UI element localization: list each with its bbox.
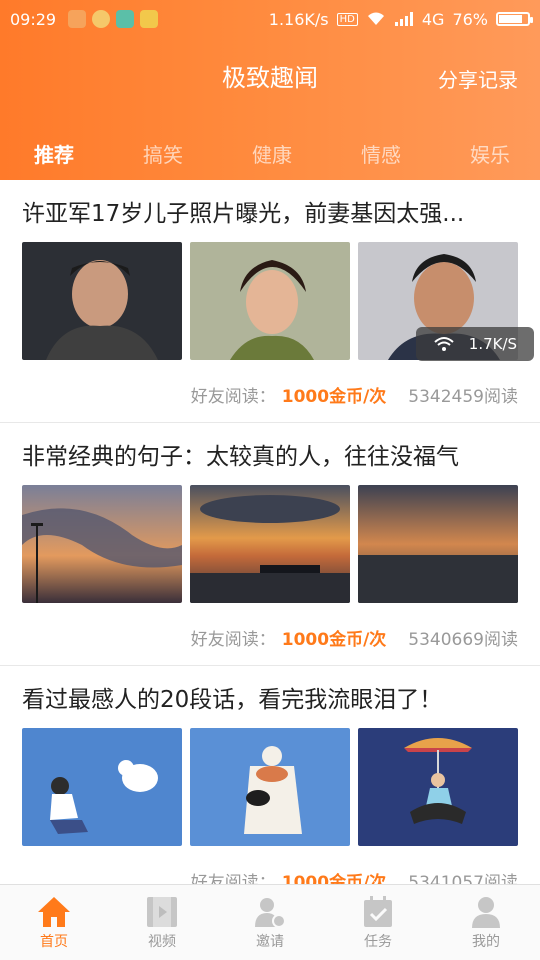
sunset-thumbnail[interactable]	[190, 485, 350, 603]
shield-notification-icon	[140, 10, 159, 28]
network-type: 4G	[421, 9, 445, 29]
tab-invite[interactable]: 邀请	[216, 885, 324, 960]
illustration-thumbnail[interactable]	[190, 728, 350, 846]
headset-notification-icon	[68, 10, 87, 28]
reward-prefix: 好友阅读：	[190, 873, 276, 885]
reward-prefix: 好友阅读：	[190, 630, 276, 650]
bottom-tabbar: 首页 视频 邀请 任务 我的	[0, 884, 540, 960]
sunset-thumbnail[interactable]	[358, 485, 518, 603]
tab-home[interactable]: 首页	[0, 885, 108, 960]
article-item[interactable]: 非常经典的句子：太较真的人，往往没福气 好友阅读： 1000金币/次 53406…	[0, 423, 540, 666]
reward-prefix: 好友阅读：	[190, 387, 276, 407]
status-left: 09:29	[10, 9, 159, 29]
portrait-thumbnail[interactable]	[190, 242, 350, 360]
sunset-thumbnail[interactable]	[22, 485, 182, 603]
status-bar: 09:29 1.16K/s HD 4G 76%	[0, 0, 540, 38]
wifi-status-icon	[367, 12, 384, 25]
tab-label: 首页	[40, 933, 68, 950]
network-speed-toast: 1.7K/S	[416, 327, 534, 361]
tab-recommend[interactable]: 推荐	[34, 139, 74, 168]
reward-amount: 1000金币/次	[281, 387, 387, 407]
read-count: 5341057阅读	[408, 873, 518, 885]
tab-profile[interactable]: 我的	[432, 885, 540, 960]
thumbnail-row	[22, 728, 518, 846]
tab-label: 任务	[364, 933, 392, 950]
article-feed[interactable]: 许亚军17岁儿子照片曝光，前妻基因太强... 好友阅读： 1000金币/次 53…	[0, 180, 540, 885]
battery-percent: 76%	[452, 9, 488, 29]
article-meta: 好友阅读： 1000金币/次 5342459阅读	[22, 382, 518, 407]
article-title[interactable]: 非常经典的句子：太较真的人，往往没福气	[22, 439, 518, 475]
tab-label: 邀请	[256, 933, 284, 950]
tab-emotion[interactable]: 情感	[361, 139, 401, 168]
scan-notification-icon	[116, 10, 135, 28]
thumbnail-row	[22, 485, 518, 603]
reward-amount: 1000金币/次	[281, 873, 387, 885]
tab-entertainment[interactable]: 娱乐	[470, 139, 510, 168]
battery-icon	[496, 12, 533, 26]
tab-label: 视频	[148, 933, 176, 950]
portrait-thumbnail[interactable]	[22, 242, 182, 360]
hd-icon: HD	[336, 12, 358, 26]
signal-icon	[394, 12, 413, 26]
read-count: 5340669阅读	[408, 630, 518, 650]
toast-speed: 1.7K/S	[468, 335, 518, 353]
illustration-thumbnail[interactable]	[358, 728, 518, 846]
video-icon	[147, 896, 177, 927]
reward-amount: 1000金币/次	[281, 630, 387, 650]
tab-funny[interactable]: 搞笑	[143, 139, 183, 168]
wifi-icon	[434, 337, 454, 351]
article-meta: 好友阅读： 1000金币/次 5341057阅读	[22, 868, 518, 885]
status-right: 1.16K/s HD 4G 76%	[268, 9, 533, 29]
battery-fill	[499, 15, 522, 23]
share-record-button[interactable]: 分享记录	[438, 64, 518, 93]
article-item[interactable]: 看过最感人的20段话，看完我流眼泪了！ 好友阅读： 1000金币/次 53410…	[0, 666, 540, 885]
tab-label: 我的	[472, 933, 500, 950]
illustration-thumbnail[interactable]	[22, 728, 182, 846]
home-icon	[38, 896, 70, 927]
app-notification-icon	[92, 10, 111, 28]
network-speed: 1.16K/s	[268, 9, 329, 29]
category-tabs: 推荐 搞笑 健康 情感 娱乐	[0, 126, 540, 180]
tab-health[interactable]: 健康	[252, 139, 292, 168]
app-root: 09:29 1.16K/s HD 4G 76% 极致趣闻 分享记录 推荐 搞笑 …	[0, 0, 540, 960]
article-meta: 好友阅读： 1000金币/次 5340669阅读	[22, 625, 518, 650]
article-item[interactable]: 许亚军17岁儿子照片曝光，前妻基因太强... 好友阅读： 1000金币/次 53…	[0, 180, 540, 423]
tab-video[interactable]: 视频	[108, 885, 216, 960]
article-title[interactable]: 看过最感人的20段话，看完我流眼泪了！	[22, 682, 518, 718]
header-background: 09:29 1.16K/s HD 4G 76% 极致趣闻 分享记录 推荐 搞笑 …	[0, 0, 540, 180]
status-time: 09:29	[10, 9, 57, 29]
profile-icon	[472, 896, 500, 928]
task-icon	[364, 895, 392, 927]
invite-icon	[255, 897, 286, 928]
article-title[interactable]: 许亚军17岁儿子照片曝光，前妻基因太强...	[22, 196, 518, 232]
tab-task[interactable]: 任务	[324, 885, 432, 960]
read-count: 5342459阅读	[408, 387, 518, 407]
